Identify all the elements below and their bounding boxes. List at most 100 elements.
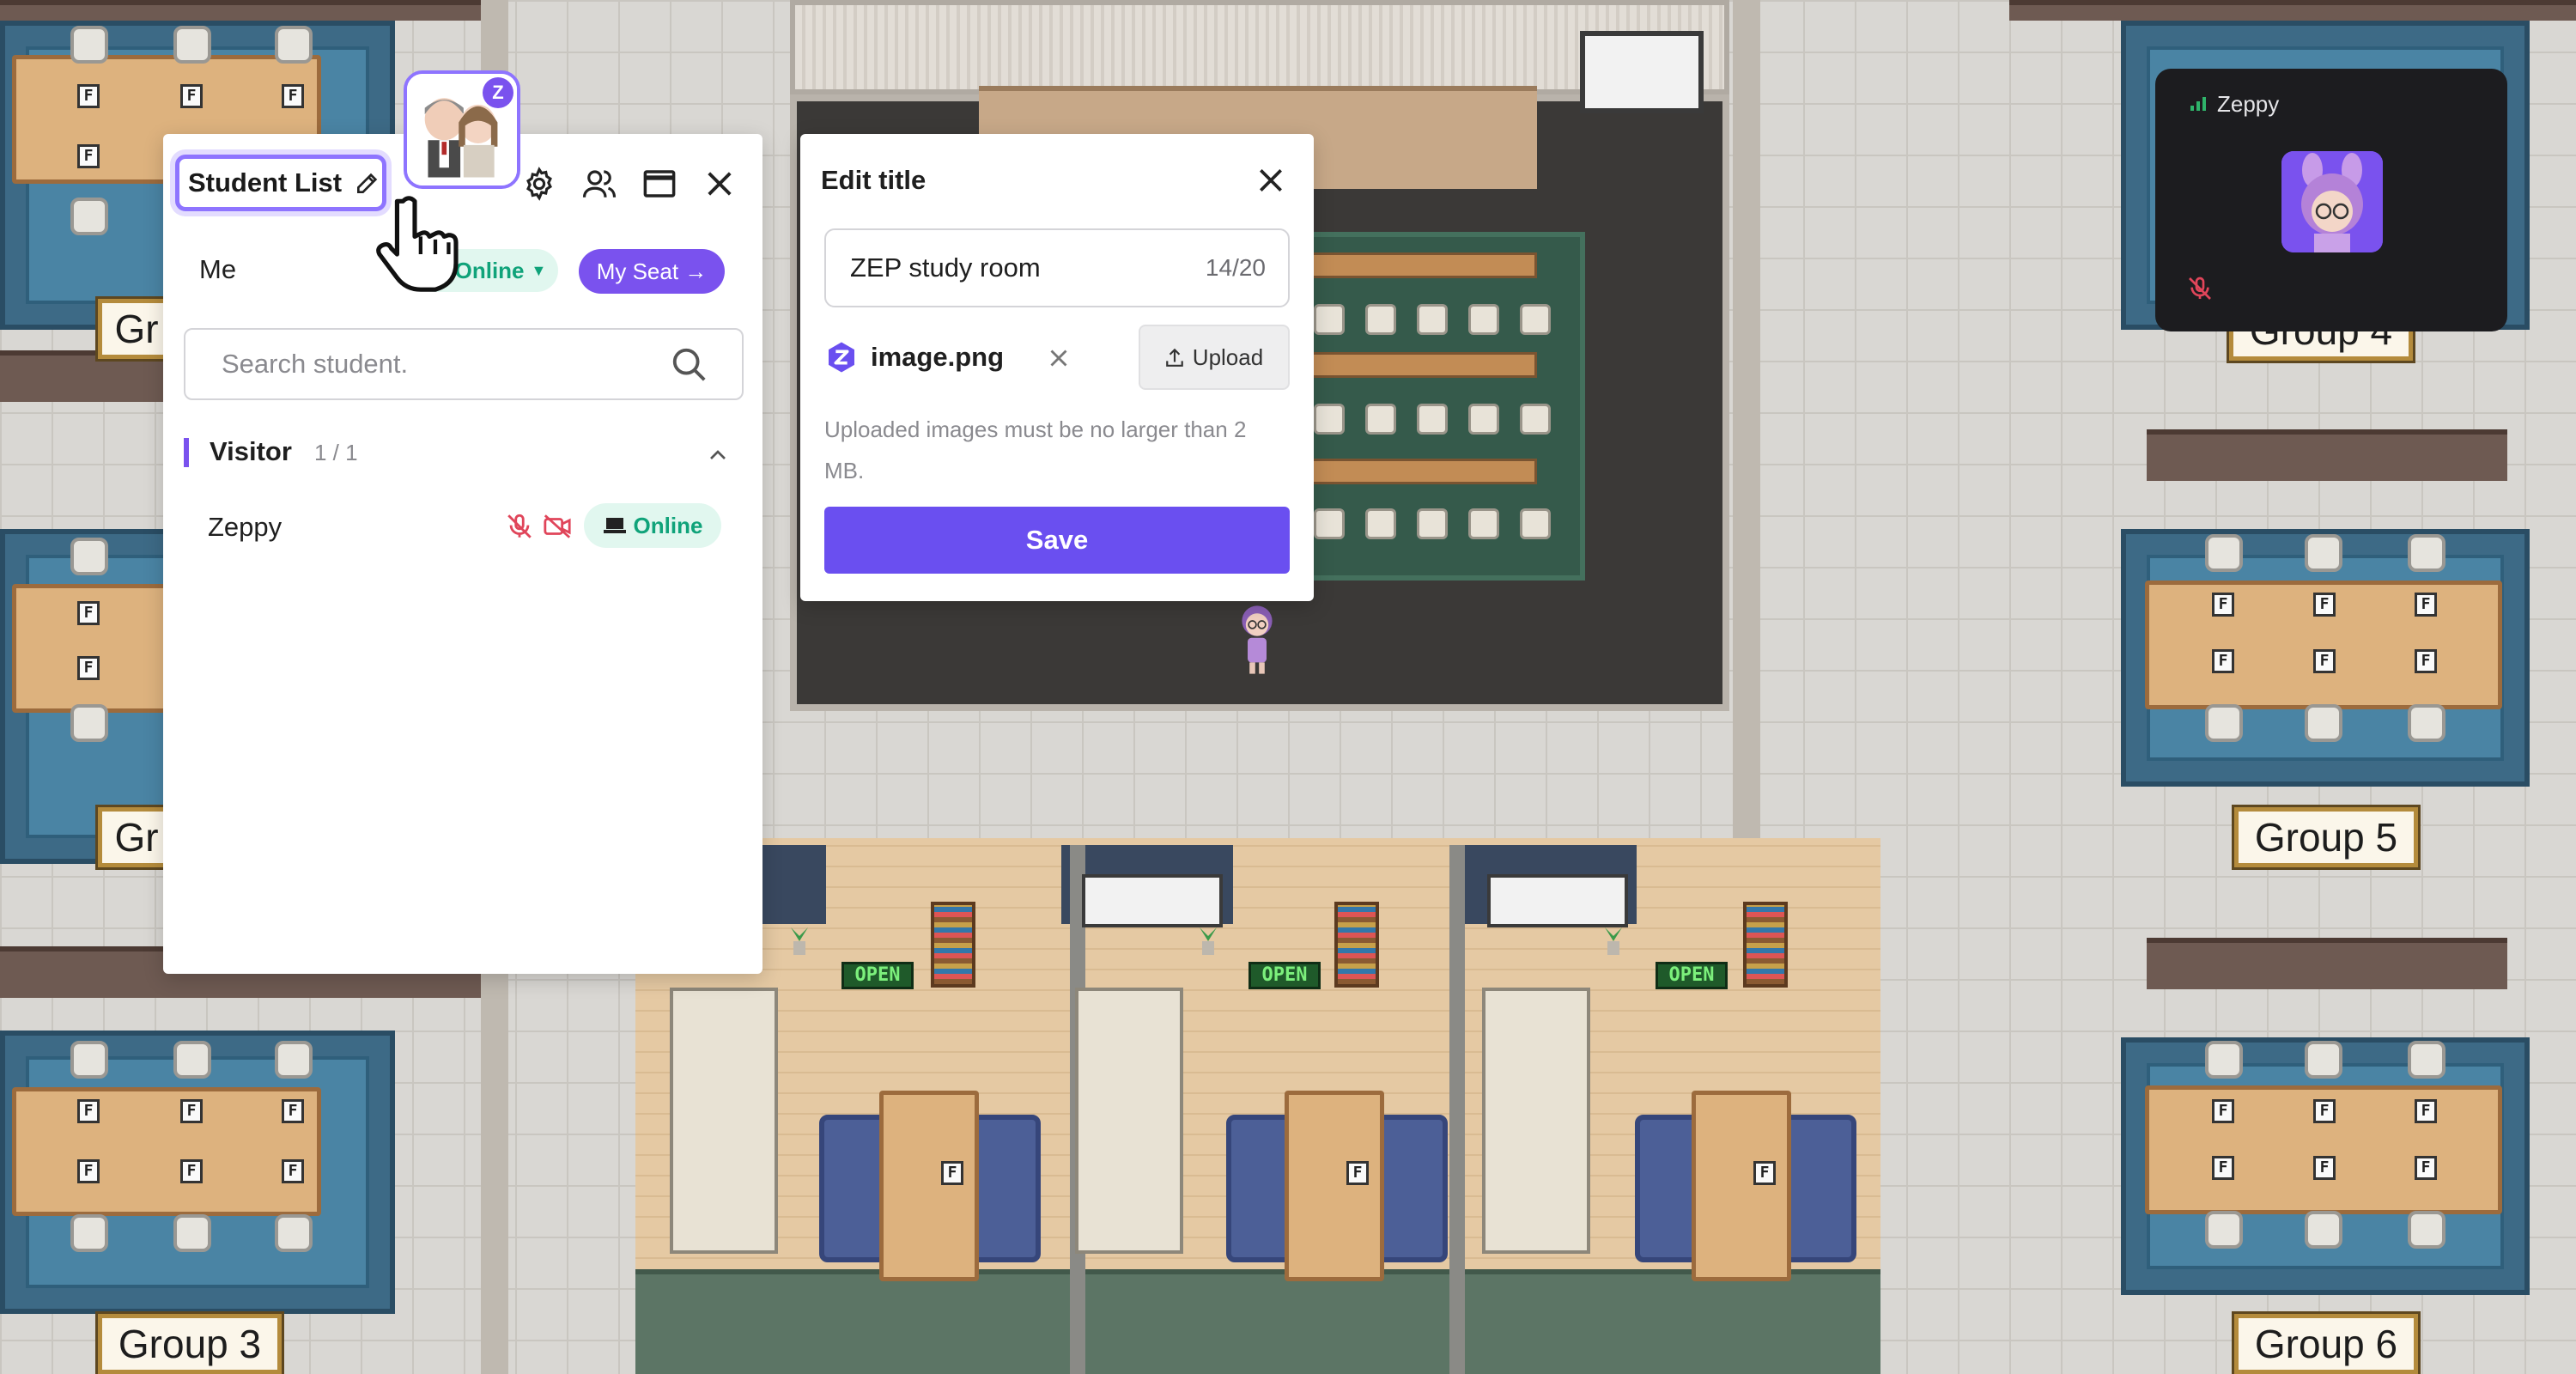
chair [70, 198, 108, 235]
popout-window-button[interactable] [641, 165, 678, 203]
title-input-field[interactable]: 14/20 [824, 228, 1290, 307]
plant [791, 927, 808, 955]
close-panel-button[interactable] [701, 165, 738, 203]
seat-f-tag: F [2415, 1099, 2437, 1123]
student-list-title-editable[interactable]: Student List [175, 155, 386, 211]
booth-whiteboard [1487, 874, 1628, 927]
seat-f-tag: F [77, 656, 100, 680]
chair [2305, 534, 2342, 572]
open-sign: OPEN [841, 962, 914, 989]
chair [2205, 1041, 2243, 1079]
stool [1314, 404, 1345, 435]
stool [1314, 508, 1345, 539]
title-input[interactable] [848, 252, 1178, 284]
avatar[interactable]: Z [404, 70, 520, 189]
upload-button[interactable]: Upload [1139, 325, 1290, 390]
seat-f-tag: F [2313, 649, 2336, 673]
seat-f-tag: F [282, 1099, 304, 1123]
chair [2408, 1041, 2445, 1079]
seat-f-tag: F [2212, 593, 2234, 617]
booth-wall [1449, 845, 1465, 1374]
stool [1468, 404, 1499, 435]
seat-f-tag: F [2212, 649, 2234, 673]
chair [2408, 1211, 2445, 1249]
camera-off-icon [544, 514, 571, 538]
seat-f-tag: F [2313, 1156, 2336, 1180]
map-stage[interactable]: F F F F Gr F F Gr F F F F F F Group 3 OP… [0, 0, 2576, 1374]
chair [173, 26, 211, 64]
avatar [2281, 151, 2383, 252]
whiteboard [1580, 31, 1704, 113]
room-wall [2147, 429, 2507, 481]
seat-f-tag: F [77, 1099, 100, 1123]
users-button[interactable] [580, 165, 618, 203]
search-icon[interactable] [670, 345, 709, 385]
bookshelf [1334, 902, 1379, 988]
search-input[interactable] [220, 348, 653, 380]
seat-f-tag: F [2212, 1156, 2234, 1180]
stool [1520, 304, 1551, 335]
seat-f-tag: F [2313, 1099, 2336, 1123]
booth-sofa [1482, 988, 1590, 1254]
chair [2305, 1211, 2342, 1249]
me-label: Me [199, 254, 237, 284]
student-search[interactable] [184, 328, 744, 400]
chair [2205, 1211, 2243, 1249]
my-seat-button[interactable]: My Seat → [579, 249, 725, 294]
close-icon [708, 172, 732, 196]
seat-f-tag: F [77, 84, 100, 108]
booth-base [635, 1269, 1880, 1374]
seat-f-tag: F [2313, 593, 2336, 617]
player-avatar-sprite[interactable] [1238, 601, 1276, 678]
booth-table [1692, 1091, 1791, 1281]
settings-button[interactable] [520, 165, 558, 203]
stool [1468, 304, 1499, 335]
stool [1365, 304, 1396, 335]
section-accent-bar [184, 438, 189, 467]
desk-row [1305, 352, 1537, 378]
visitor-section-header[interactable]: Visitor 1 / 1 [163, 426, 762, 483]
stool [1520, 508, 1551, 539]
booth-table [1285, 1091, 1384, 1281]
student-list-panel: Student List Me Online ▼ My Seat → Searc… [163, 134, 762, 974]
chair [275, 1041, 313, 1079]
chair [70, 704, 108, 742]
chair [275, 1214, 313, 1252]
bookshelf [1743, 902, 1788, 988]
user-name: Zeppy [208, 512, 283, 542]
chair [2205, 534, 2243, 572]
desk-row [1305, 459, 1537, 484]
stool [1365, 404, 1396, 435]
close-icon[interactable] [1254, 163, 1288, 198]
seat-f-tag: F [282, 1159, 304, 1183]
mic-off-icon [507, 514, 532, 538]
chair [70, 538, 108, 575]
list-item[interactable]: Zeppy Online [163, 491, 762, 563]
save-button[interactable]: Save [824, 507, 1290, 574]
user-status-label: Online [633, 512, 703, 538]
remove-file-icon[interactable] [1044, 344, 1073, 373]
open-sign: OPEN [1249, 962, 1321, 989]
seat-f-tag: F [77, 601, 100, 625]
video-tile[interactable]: Zeppy [2155, 69, 2507, 331]
seat-f-tag: F [180, 1159, 203, 1183]
signal-icon [2190, 97, 2206, 111]
mic-off-icon [2189, 277, 2211, 300]
group-sign-6: Group 6 [2232, 1311, 2421, 1374]
bookshelf [931, 902, 975, 988]
chair [2305, 1041, 2342, 1079]
seat-f-tag: F [77, 144, 100, 168]
seat-f-tag: F [2415, 593, 2437, 617]
chair [173, 1041, 211, 1079]
chair [2408, 704, 2445, 742]
section-title: Visitor [210, 436, 292, 466]
chair [2408, 534, 2445, 572]
gear-icon [526, 167, 552, 201]
upload-label: Upload [1192, 344, 1264, 370]
chevron-up-icon[interactable] [704, 441, 732, 469]
group-sign-5: Group 5 [2232, 805, 2421, 870]
laptop-icon [603, 518, 626, 533]
booth-whiteboard [1082, 874, 1223, 927]
seat-f-tag: F [1346, 1161, 1369, 1185]
attached-file-row: image.png Upload [824, 325, 1290, 390]
